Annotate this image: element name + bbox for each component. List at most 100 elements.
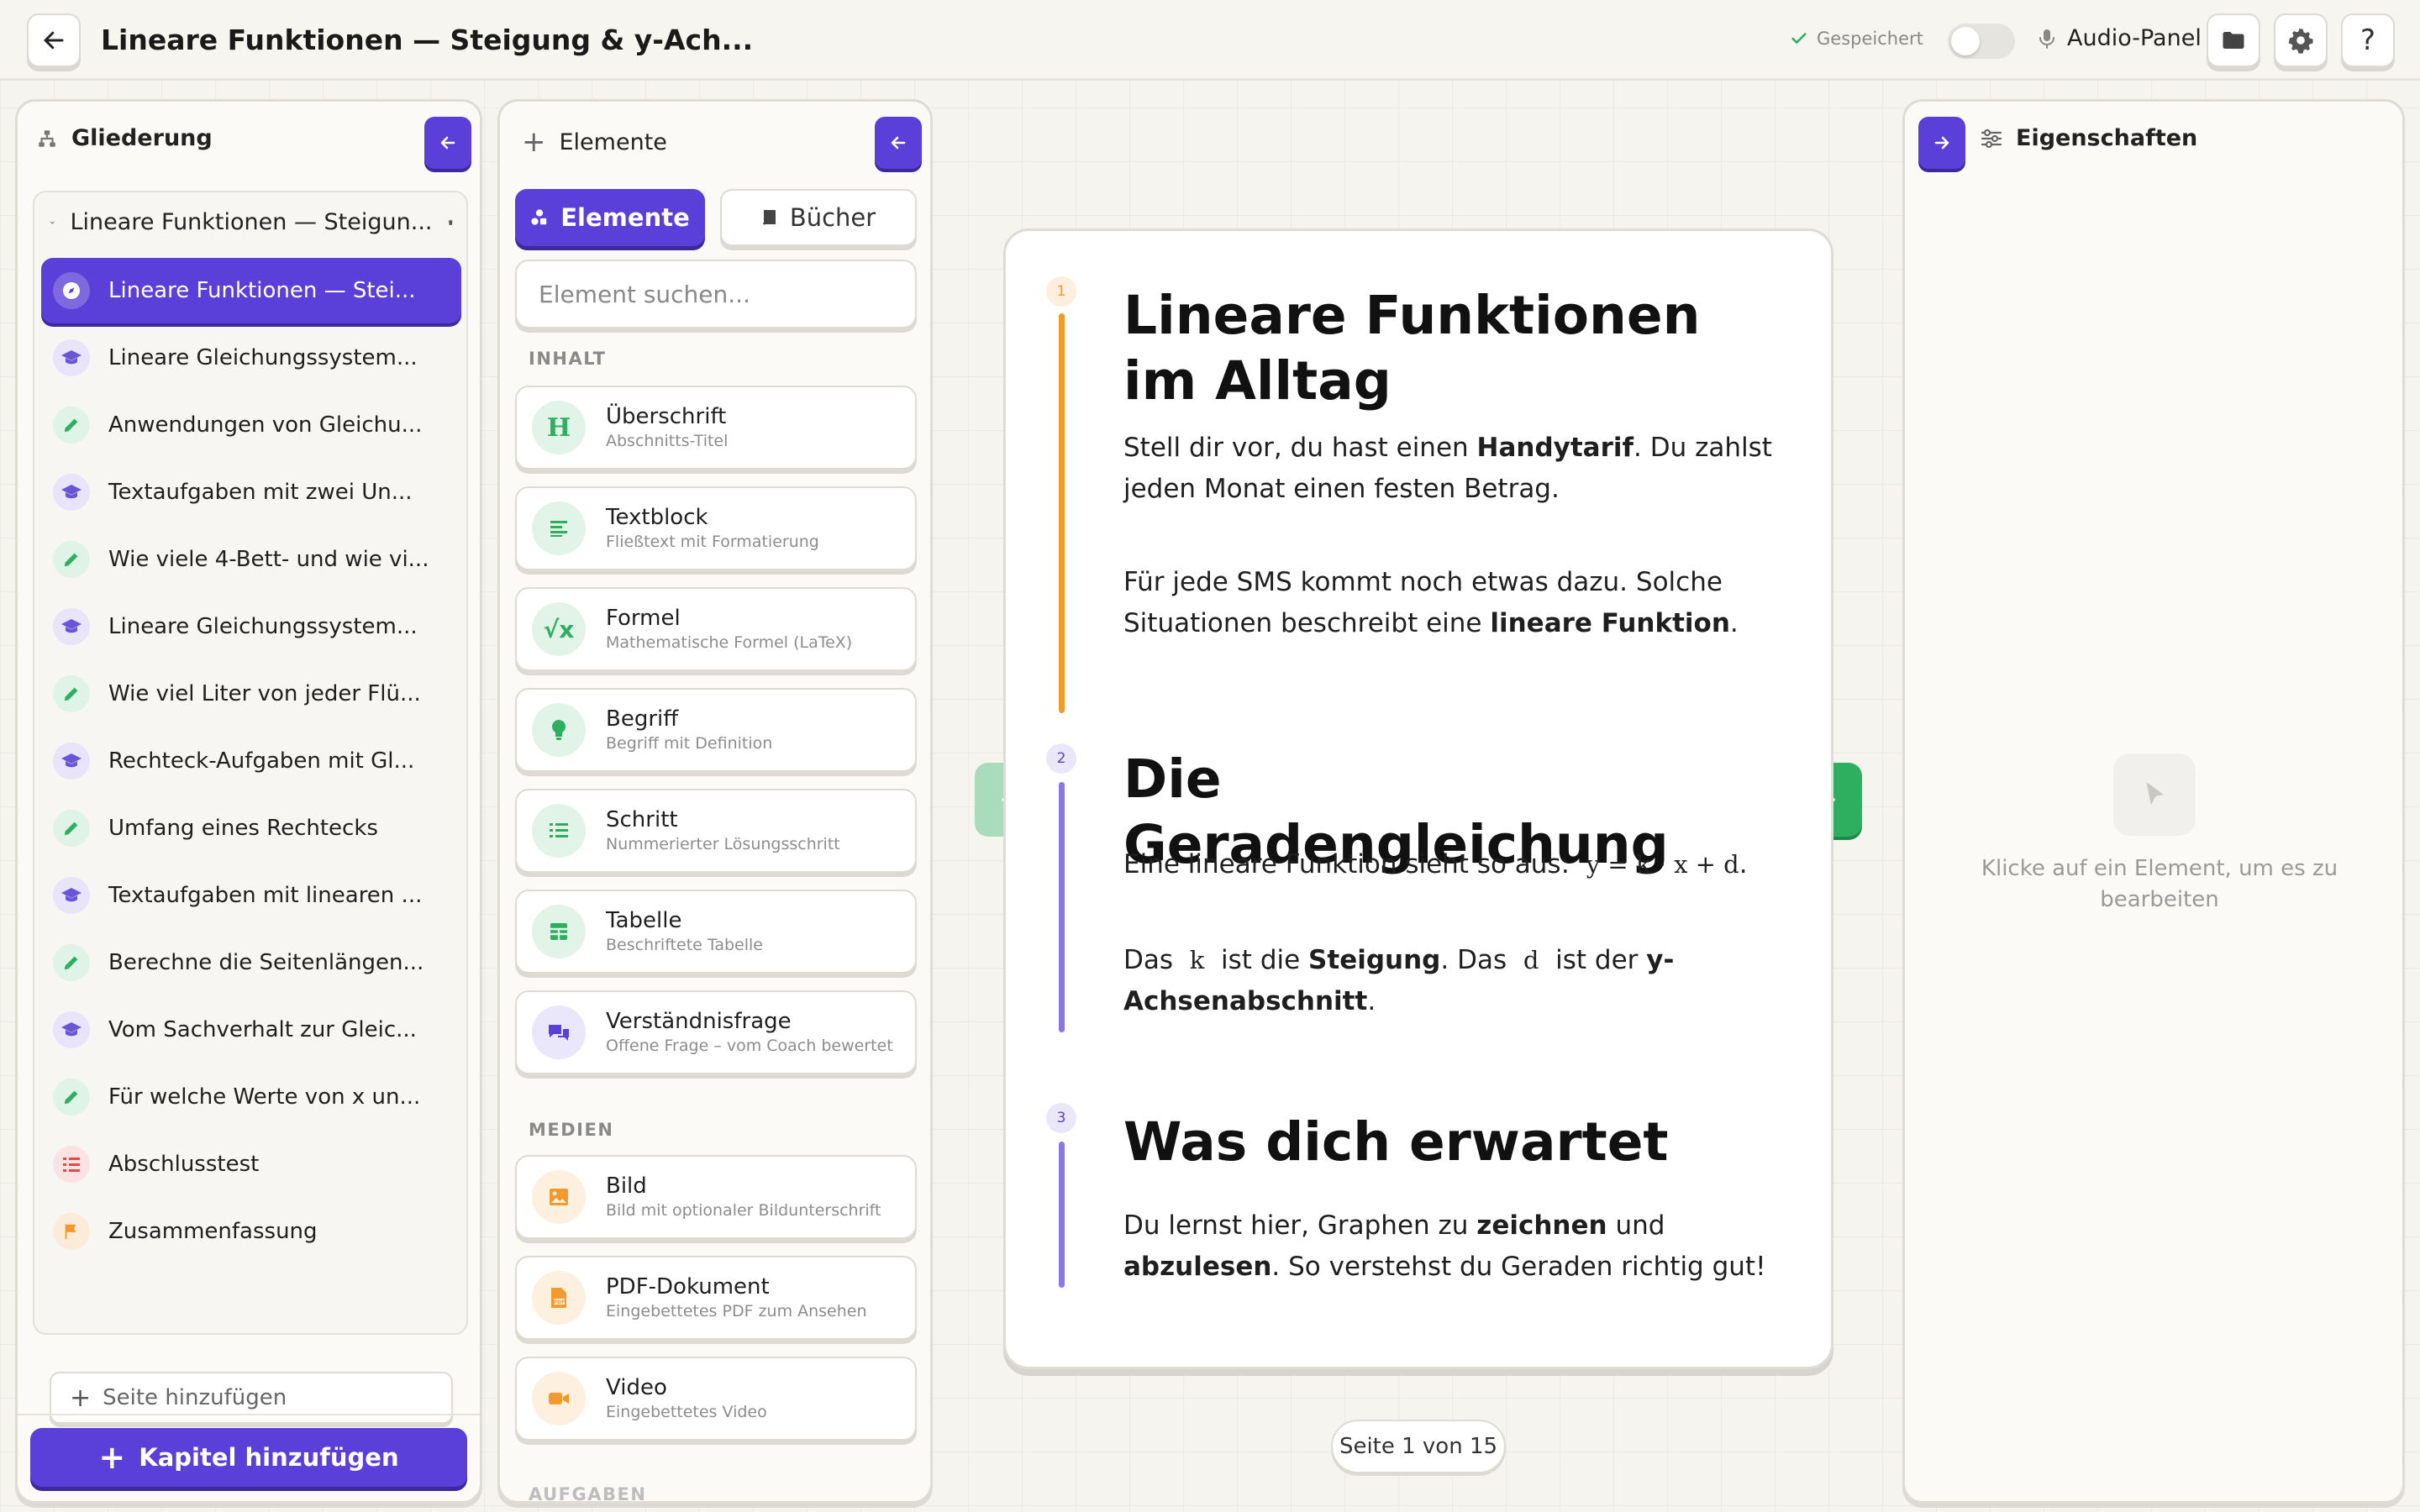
tab-books[interactable]: Bücher: [720, 189, 917, 246]
page-label: Umfang eines Rechtecks: [108, 816, 378, 841]
text: Du lernst hier, Graphen zu: [1123, 1210, 1477, 1241]
element-subtitle: Nummerierter Lösungsschritt: [606, 835, 840, 853]
chapter-header[interactable]: Lineare Funktionen — Steigun...: [50, 209, 453, 235]
chapter-title: Lineare Funktionen — Steigun...: [70, 209, 433, 235]
page-item[interactable]: Textaufgaben mit linearen ...: [41, 863, 461, 928]
page-item[interactable]: Wie viele 4-Bett- und wie vi...: [41, 527, 461, 592]
audio-panel-button[interactable]: Audio-Panel: [2037, 25, 2202, 51]
page-item[interactable]: Wie viel Liter von jeder Flü...: [41, 661, 461, 727]
page-label: Für welche Werte von x un...: [108, 1084, 421, 1110]
block-paragraph: Für jede SMS kommt noch etwas dazu. Solc…: [1123, 562, 1796, 644]
page-label: Wie viel Liter von jeder Flü...: [108, 681, 421, 706]
saved-status: Gespeichert: [1790, 29, 1923, 49]
page-item[interactable]: Lineare Gleichungssystem...: [41, 594, 461, 659]
video-icon: [532, 1372, 586, 1425]
graduation-cap-icon: [53, 474, 90, 511]
settings-button[interactable]: [2274, 13, 2328, 67]
properties-panel: Eigenschaften: [1902, 99, 2405, 1504]
page-item[interactable]: Vom Sachverhalt zur Gleic...: [41, 997, 461, 1063]
page-item[interactable]: Für welche Werte von x un...: [41, 1064, 461, 1130]
back-button[interactable]: [27, 13, 81, 67]
block-paragraph: Eine lineare Funktion sieht so aus: y = …: [1123, 844, 1796, 885]
element-image[interactable]: Bild Bild mit optionaler Bildunterschrift: [515, 1155, 917, 1239]
trash-icon[interactable]: [448, 213, 454, 232]
bold-text: Steigung: [1308, 945, 1441, 975]
compass-icon: [53, 272, 90, 309]
element-title: Video: [606, 1375, 667, 1400]
page-item[interactable]: Abschlusstest: [41, 1131, 461, 1197]
text: ist der: [1555, 945, 1639, 975]
block-heading: Was dich erwartet: [1123, 1111, 1669, 1173]
page-item[interactable]: Textaufgaben mit zwei Un...: [41, 459, 461, 525]
page-item[interactable]: Rechteck-Aufgaben mit Gl...: [41, 728, 461, 794]
block-bar: [1059, 313, 1065, 713]
svg-text:PDF: PDF: [554, 1299, 565, 1305]
chevron-down-icon: [50, 221, 55, 223]
tab-books-label: Bücher: [789, 203, 876, 232]
page-item[interactable]: Anwendungen von Gleichu...: [41, 392, 461, 458]
page-label: Textaufgaben mit zwei Un...: [108, 480, 413, 505]
page-label: Abschlusstest: [108, 1152, 260, 1177]
folder-button[interactable]: [2207, 13, 2260, 67]
pencil-icon: [53, 541, 90, 578]
section-label-media: MEDIEN: [529, 1120, 614, 1140]
element-title: Überschrift: [606, 404, 727, 429]
help-button[interactable]: ?: [2341, 13, 2395, 67]
top-bar: Lineare Funktionen — Steigung & y-Ach...…: [0, 0, 2420, 81]
pencil-icon: [53, 407, 90, 444]
cursor-icon: [2113, 753, 2196, 836]
element-title: Bild: [606, 1173, 647, 1199]
element-textblock[interactable]: Textblock Fließtext mit Formatierung: [515, 486, 917, 570]
element-search-input[interactable]: Element suchen...: [515, 260, 917, 328]
graduation-cap-icon: [53, 1011, 90, 1048]
block-paragraph: Das k ist die Steigung. Das d ist der y-…: [1123, 940, 1796, 1022]
page-label: Lineare Gleichungssystem...: [108, 614, 418, 639]
add-chapter-button[interactable]: + Kapitel hinzufügen: [30, 1428, 467, 1487]
block-paragraph: Stell dir vor, du hast einen Handytarif.…: [1123, 428, 1796, 510]
collapse-outline-button[interactable]: [424, 117, 471, 169]
elements-panel: + Elemente Elemente Bücher Element suche…: [497, 99, 933, 1504]
section-label-content: INHALT: [529, 349, 607, 369]
section-label-next: AUFGABEN: [529, 1484, 647, 1504]
page-label: Zusammenfassung: [108, 1219, 318, 1244]
hierarchy-icon: [39, 129, 55, 147]
page-item-active[interactable]: Lineare Funktionen — Stei...: [41, 258, 461, 323]
element-term[interactable]: Begriff Begriff mit Definition: [515, 688, 917, 772]
element-video[interactable]: Video Eingebettetes Video: [515, 1357, 917, 1441]
text: Eine lineare Funktion sieht so aus:: [1123, 849, 1570, 879]
element-question[interactable]: Verständnisfrage Offene Frage – vom Coach…: [515, 990, 917, 1074]
lightbulb-icon: [532, 703, 586, 757]
element-title: PDF-Dokument: [606, 1274, 770, 1299]
element-formula[interactable]: √x Formel Mathematische Formel (LaTeX): [515, 587, 917, 671]
page-item[interactable]: Umfang eines Rechtecks: [41, 795, 461, 861]
shapes-icon: [531, 209, 547, 225]
pencil-icon: [53, 675, 90, 712]
microphone-icon: [2039, 29, 2054, 49]
collapse-elements-button[interactable]: [875, 117, 922, 169]
element-pdf[interactable]: PDF PDF-Dokument Eingebettetes PDF zum An…: [515, 1256, 917, 1340]
add-page-button[interactable]: + Seite hinzufügen: [50, 1372, 453, 1424]
element-heading[interactable]: H Überschrift Abschnitts-Titel: [515, 386, 917, 470]
page-item[interactable]: Lineare Gleichungssystem...: [41, 325, 461, 391]
page-item[interactable]: Berechne die Seitenlängen...: [41, 930, 461, 995]
formula: k: [1189, 946, 1205, 974]
text: . So verstehst du Geraden richtig gut!: [1271, 1252, 1766, 1282]
bold-text: Handytarif: [1476, 433, 1634, 463]
element-title: Verständnisfrage: [606, 1009, 792, 1034]
element-step[interactable]: Schritt Nummerierter Lösungsschritt: [515, 789, 917, 873]
tab-elements[interactable]: Elemente: [515, 189, 705, 246]
page-item[interactable]: Zusammenfassung: [41, 1199, 461, 1264]
arrow-left-icon: [891, 136, 906, 150]
element-title: Schritt: [606, 807, 678, 832]
text: ist die: [1221, 945, 1301, 975]
page-label: Lineare Funktionen — Stei...: [108, 278, 416, 303]
page-card: 1 Lineare Funktionen im Alltag Stell dir…: [1003, 228, 1833, 1369]
audio-toggle[interactable]: [1948, 24, 2015, 59]
element-subtitle: Eingebettetes Video: [606, 1403, 767, 1421]
table-icon: [532, 905, 586, 958]
collapse-properties-button[interactable]: [1918, 117, 1965, 169]
element-subtitle: Beschriftete Tabelle: [606, 936, 763, 954]
pencil-icon: [53, 944, 90, 981]
add-chapter-label: Kapitel hinzufügen: [139, 1443, 399, 1472]
element-table[interactable]: Tabelle Beschriftete Tabelle: [515, 890, 917, 974]
